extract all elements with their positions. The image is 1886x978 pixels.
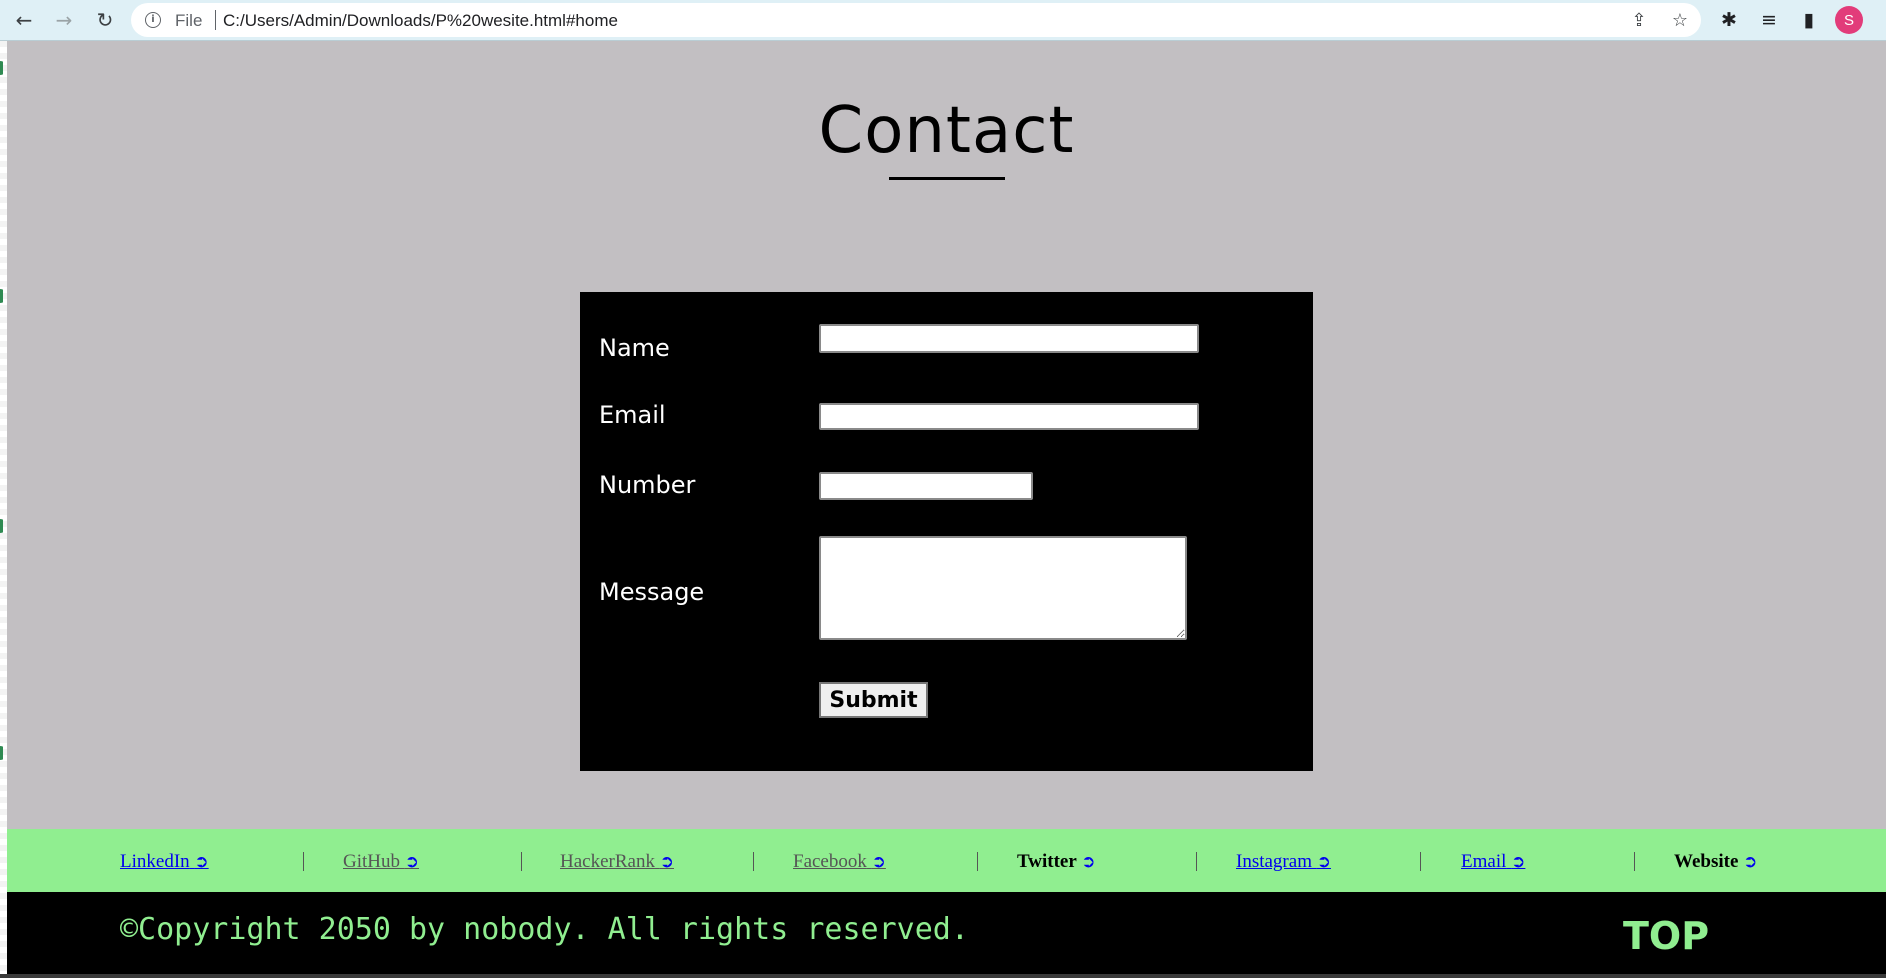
leaf-icon [0, 746, 7, 760]
hackerrank-link[interactable]: HackerRank ➲ [560, 851, 674, 873]
instagram-link[interactable]: Instagram ➲ [1236, 851, 1331, 873]
browser-toolbar: ← → ↻ i File C:/Users/Admin/Downloads/P%… [0, 0, 1886, 41]
window-bottom-edge [0, 974, 1886, 978]
facebook-link-label: Facebook [793, 851, 867, 872]
link-divider [1634, 852, 1635, 871]
external-arrow-icon: ➲ [871, 852, 886, 872]
reading-list-icon[interactable]: ≡ [1755, 6, 1783, 34]
bookmark-star-icon[interactable]: ☆ [1667, 8, 1693, 32]
external-arrow-icon: ➲ [1316, 852, 1331, 872]
github-link-label: GitHub [343, 851, 400, 872]
email-link-label: Email [1461, 851, 1507, 872]
email-link[interactable]: Email ➲ [1461, 851, 1525, 873]
leaf-icon [0, 61, 7, 75]
external-arrow-icon: ➲ [1743, 852, 1758, 872]
message-textarea[interactable] [819, 536, 1187, 640]
facebook-link[interactable]: Facebook ➲ [793, 851, 886, 873]
copyright-footer: ©Copyright 2050 by nobody. All rights re… [7, 892, 1886, 974]
file-scheme-label: File [175, 11, 203, 30]
number-label: Number [599, 471, 696, 499]
site-info-icon[interactable]: i [145, 12, 161, 28]
instagram-link-label: Instagram [1236, 851, 1312, 872]
reload-icon[interactable]: ↻ [91, 6, 119, 34]
name-label: Name [599, 334, 670, 362]
linkedin-link[interactable]: LinkedIn ➲ [120, 851, 209, 873]
profile-avatar[interactable]: S [1835, 6, 1863, 34]
link-divider [521, 852, 522, 871]
side-panel-icon[interactable]: ▮ [1795, 6, 1823, 34]
external-arrow-icon: ➲ [1511, 852, 1526, 872]
twitter-link-label: Twitter [1017, 851, 1077, 872]
external-arrow-icon: ➲ [404, 852, 419, 872]
submit-button[interactable]: Submit [819, 682, 928, 718]
external-arrow-icon: ➲ [1081, 852, 1096, 872]
link-divider [1196, 852, 1197, 871]
twitter-link[interactable]: Twitter ➲ [1017, 851, 1095, 873]
contact-form: Name Email Number Message Submit [580, 292, 1313, 771]
copyright-text: ©Copyright 2050 by nobody. All rights re… [120, 912, 969, 947]
extensions-puzzle-icon[interactable]: ✱ [1715, 6, 1743, 34]
back-arrow-icon[interactable]: ← [10, 6, 38, 34]
number-input[interactable] [819, 472, 1033, 500]
github-link[interactable]: GitHub ➲ [343, 851, 419, 873]
back-to-top-link[interactable]: TOP [1623, 914, 1709, 958]
website-link[interactable]: Website ➲ [1674, 851, 1757, 873]
address-separator [215, 10, 216, 30]
external-arrow-icon: ➲ [659, 852, 674, 872]
left-decorative-strip [0, 41, 7, 978]
social-links-bar: LinkedIn ➲ GitHub ➲ HackerRank ➲ Faceboo… [7, 829, 1886, 892]
hackerrank-link-label: HackerRank [560, 851, 655, 872]
page-title: Contact [818, 94, 1075, 168]
share-icon[interactable]: ⇪ [1626, 8, 1652, 32]
forward-arrow-icon[interactable]: → [50, 6, 78, 34]
link-divider [977, 852, 978, 871]
email-label: Email [599, 401, 666, 429]
title-underline [889, 177, 1005, 180]
url-text[interactable]: C:/Users/Admin/Downloads/P%20wesite.html… [223, 11, 618, 31]
link-divider [753, 852, 754, 871]
email-input[interactable] [819, 403, 1199, 430]
website-link-label: Website [1674, 851, 1739, 872]
linkedin-link-label: LinkedIn [120, 851, 190, 872]
name-input[interactable] [819, 324, 1199, 353]
leaf-icon [0, 519, 7, 533]
address-bar[interactable]: i File C:/Users/Admin/Downloads/P%20wesi… [131, 3, 1701, 37]
leaf-icon [0, 289, 7, 303]
link-divider [1420, 852, 1421, 871]
external-arrow-icon: ➲ [194, 852, 209, 872]
message-label: Message [599, 578, 705, 606]
link-divider [303, 852, 304, 871]
